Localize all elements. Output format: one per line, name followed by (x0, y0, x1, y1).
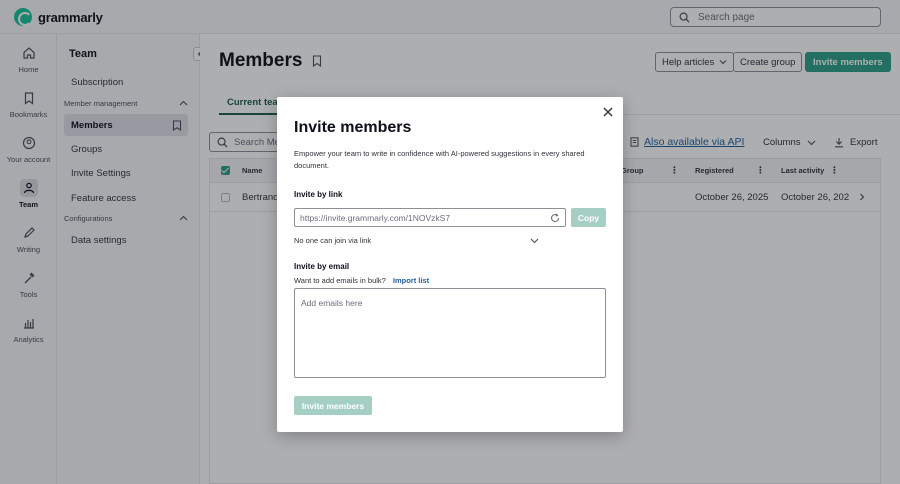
link-access-select[interactable]: No one can join via link (294, 233, 539, 247)
refresh-icon[interactable] (550, 212, 560, 223)
invite-by-email-label: Invite by email (294, 262, 350, 271)
copy-link-button[interactable]: Copy (571, 208, 606, 227)
close-icon[interactable] (601, 105, 615, 119)
submit-invite-button[interactable]: Invite members (294, 396, 372, 415)
invite-members-modal: Invite members Empower your team to writ… (277, 97, 623, 432)
invite-by-link-label: Invite by link (294, 190, 343, 199)
invite-link-field[interactable]: https://invite.grammarly.com/1NOVzkS7 (294, 208, 566, 227)
bulk-prompt: Want to add emails in bulk? (294, 276, 386, 285)
chevron-down-icon (530, 238, 539, 243)
invite-link-value: https://invite.grammarly.com/1NOVzkS7 (300, 212, 451, 223)
emails-placeholder: Add emails here (301, 298, 363, 308)
link-access-value: No one can join via link (294, 235, 372, 245)
modal-description: Empower your team to write in confidence… (294, 149, 585, 170)
modal-title: Invite members (294, 119, 412, 136)
emails-textarea[interactable]: Add emails here (294, 288, 606, 378)
bulk-import-row: Want to add emails in bulk? Import list (294, 276, 429, 285)
import-list-link[interactable]: Import list (393, 276, 429, 285)
